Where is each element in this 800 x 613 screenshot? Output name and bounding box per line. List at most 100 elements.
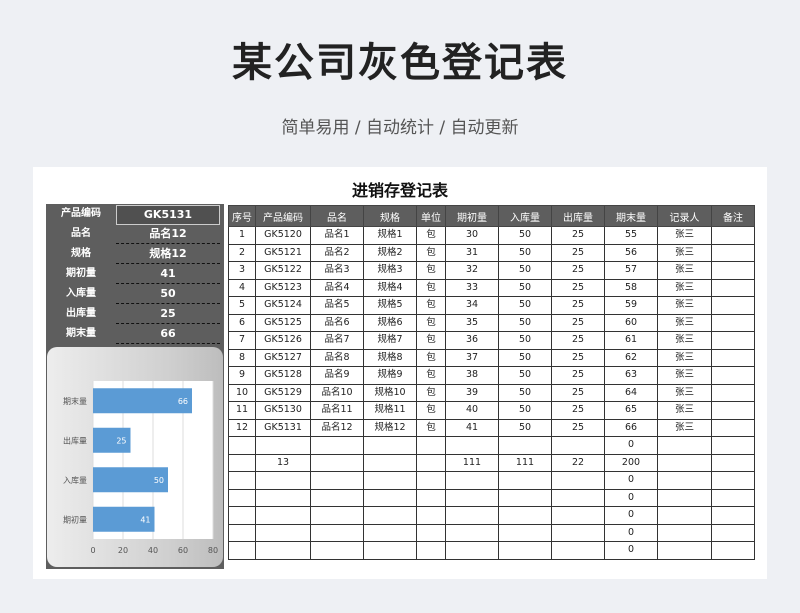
- table-cell[interactable]: [416, 471, 446, 490]
- table-cell[interactable]: 品名3: [310, 261, 364, 280]
- table-cell[interactable]: [363, 506, 417, 525]
- table-cell[interactable]: [498, 523, 552, 542]
- table-cell[interactable]: 张三: [657, 366, 712, 385]
- table-cell[interactable]: [711, 418, 755, 437]
- table-cell[interactable]: 25: [551, 243, 605, 262]
- table-cell[interactable]: [310, 453, 364, 472]
- table-cell[interactable]: [228, 436, 256, 455]
- table-cell[interactable]: 31: [445, 243, 499, 262]
- table-cell[interactable]: 3: [228, 261, 256, 280]
- table-cell[interactable]: [498, 436, 552, 455]
- table-cell[interactable]: 25: [551, 296, 605, 315]
- table-cell[interactable]: [310, 471, 364, 490]
- table-cell[interactable]: 规格12: [363, 418, 417, 437]
- table-cell[interactable]: [255, 436, 311, 455]
- table-cell[interactable]: [551, 506, 605, 525]
- table-cell[interactable]: 50: [498, 383, 552, 402]
- table-cell[interactable]: [445, 471, 499, 490]
- table-cell[interactable]: 111: [498, 453, 552, 472]
- table-cell[interactable]: [445, 541, 499, 560]
- table-cell[interactable]: 25: [551, 366, 605, 385]
- table-cell[interactable]: GK5126: [255, 331, 311, 350]
- table-cell[interactable]: 规格6: [363, 313, 417, 332]
- table-cell[interactable]: 包: [416, 296, 446, 315]
- table-cell[interactable]: 包: [416, 313, 446, 332]
- table-cell[interactable]: 36: [445, 331, 499, 350]
- table-cell[interactable]: GK5121: [255, 243, 311, 262]
- table-cell[interactable]: 50: [498, 366, 552, 385]
- table-cell[interactable]: 41: [445, 418, 499, 437]
- table-cell[interactable]: 8: [228, 348, 256, 367]
- table-cell[interactable]: [416, 488, 446, 507]
- table-cell[interactable]: 50: [498, 313, 552, 332]
- table-cell[interactable]: [445, 488, 499, 507]
- table-cell[interactable]: 64: [604, 383, 658, 402]
- table-cell[interactable]: 品名9: [310, 366, 364, 385]
- table-cell[interactable]: 包: [416, 261, 446, 280]
- table-cell[interactable]: [255, 506, 311, 525]
- table-cell[interactable]: GK5125: [255, 313, 311, 332]
- table-cell[interactable]: GK5129: [255, 383, 311, 402]
- table-cell[interactable]: [711, 278, 755, 297]
- table-cell[interactable]: [711, 331, 755, 350]
- table-cell[interactable]: 张三: [657, 313, 712, 332]
- table-cell[interactable]: [711, 453, 755, 472]
- table-cell[interactable]: [445, 506, 499, 525]
- table-cell[interactable]: [363, 436, 417, 455]
- table-cell[interactable]: [657, 541, 712, 560]
- table-cell[interactable]: 33: [445, 278, 499, 297]
- table-cell[interactable]: 品名5: [310, 296, 364, 315]
- table-cell[interactable]: 包: [416, 383, 446, 402]
- table-cell[interactable]: 40: [445, 401, 499, 420]
- table-cell[interactable]: 50: [498, 296, 552, 315]
- table-cell[interactable]: 品名11: [310, 401, 364, 420]
- table-cell[interactable]: [711, 313, 755, 332]
- table-cell[interactable]: 包: [416, 331, 446, 350]
- table-cell[interactable]: GK5120: [255, 226, 311, 245]
- table-cell[interactable]: 57: [604, 261, 658, 280]
- table-cell[interactable]: GK5131: [255, 418, 311, 437]
- table-cell[interactable]: 规格3: [363, 261, 417, 280]
- table-cell[interactable]: 25: [551, 261, 605, 280]
- table-cell[interactable]: 50: [498, 331, 552, 350]
- table-cell[interactable]: 50: [498, 401, 552, 420]
- table-cell[interactable]: 37: [445, 348, 499, 367]
- table-cell[interactable]: 65: [604, 401, 658, 420]
- table-cell[interactable]: 12: [228, 418, 256, 437]
- table-cell[interactable]: 56: [604, 243, 658, 262]
- table-cell[interactable]: 13: [255, 453, 311, 472]
- table-cell[interactable]: [711, 226, 755, 245]
- table-cell[interactable]: [416, 523, 446, 542]
- table-cell[interactable]: 9: [228, 366, 256, 385]
- table-cell[interactable]: [711, 436, 755, 455]
- table-cell[interactable]: [310, 488, 364, 507]
- table-cell[interactable]: 25: [551, 278, 605, 297]
- table-cell[interactable]: [551, 488, 605, 507]
- table-cell[interactable]: 张三: [657, 383, 712, 402]
- table-cell[interactable]: [711, 383, 755, 402]
- table-cell[interactable]: 张三: [657, 226, 712, 245]
- table-cell[interactable]: 包: [416, 243, 446, 262]
- table-cell[interactable]: 张三: [657, 296, 712, 315]
- table-cell[interactable]: [711, 506, 755, 525]
- table-cell[interactable]: 50: [498, 278, 552, 297]
- table-cell[interactable]: 5: [228, 296, 256, 315]
- table-cell[interactable]: [711, 366, 755, 385]
- table-cell[interactable]: [310, 523, 364, 542]
- table-cell[interactable]: 2: [228, 243, 256, 262]
- table-cell[interactable]: 25: [551, 313, 605, 332]
- table-cell[interactable]: [498, 471, 552, 490]
- table-cell[interactable]: [445, 523, 499, 542]
- table-cell[interactable]: [711, 243, 755, 262]
- table-cell[interactable]: 规格2: [363, 243, 417, 262]
- table-cell[interactable]: [363, 488, 417, 507]
- table-cell[interactable]: 品名6: [310, 313, 364, 332]
- table-cell[interactable]: 35: [445, 313, 499, 332]
- table-cell[interactable]: [445, 436, 499, 455]
- table-cell[interactable]: [310, 541, 364, 560]
- table-cell[interactable]: 张三: [657, 418, 712, 437]
- table-cell[interactable]: [657, 523, 712, 542]
- table-cell[interactable]: 0: [604, 541, 658, 560]
- table-cell[interactable]: 张三: [657, 348, 712, 367]
- table-cell[interactable]: 规格9: [363, 366, 417, 385]
